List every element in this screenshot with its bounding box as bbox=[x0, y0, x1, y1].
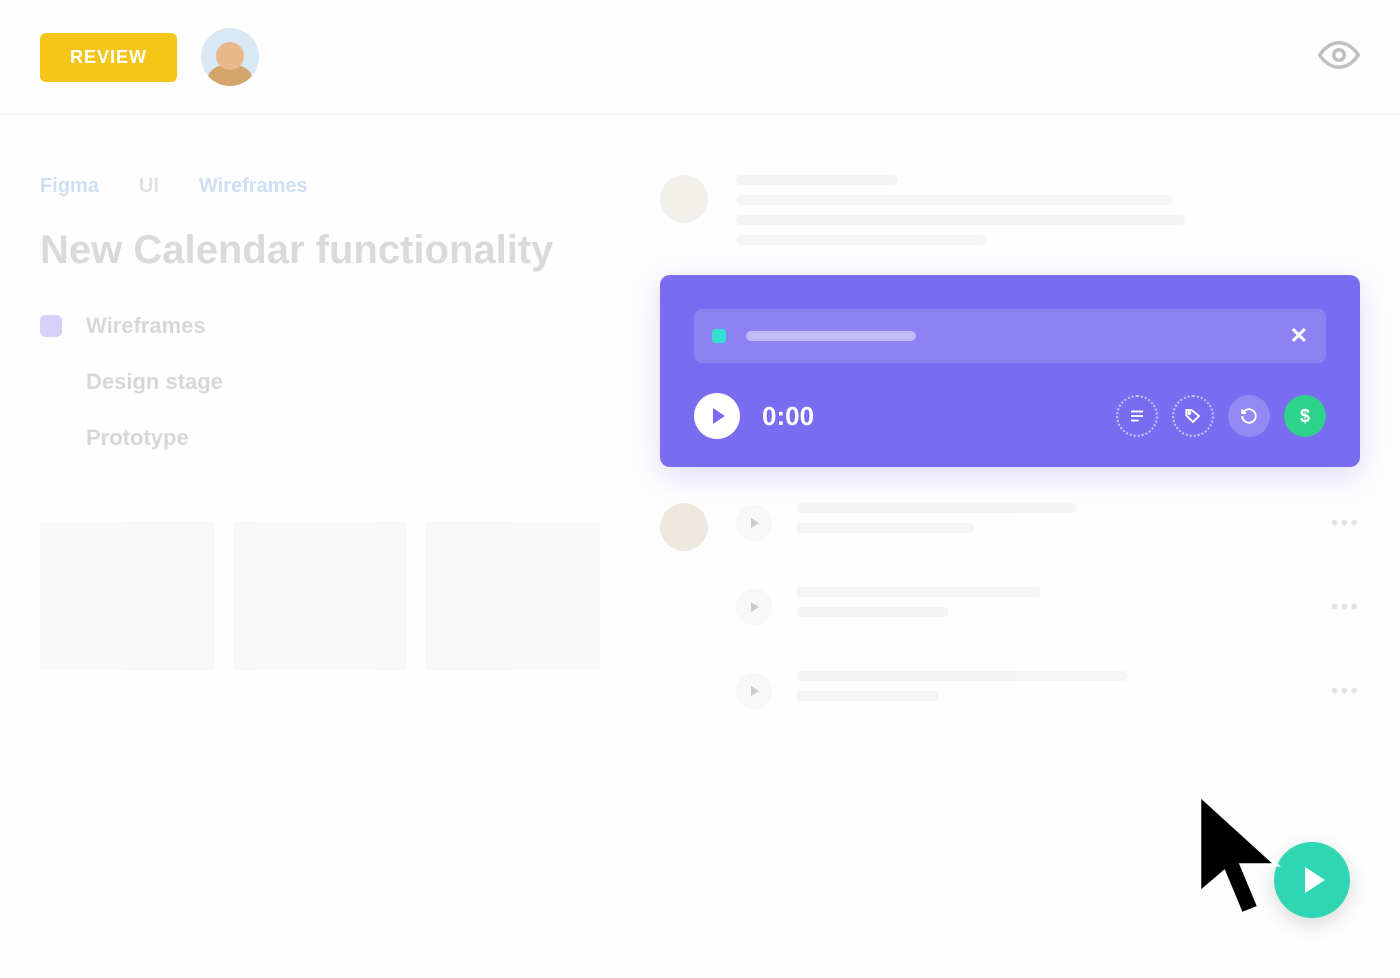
thumbnail[interactable] bbox=[233, 521, 408, 671]
feed-item bbox=[660, 175, 1360, 255]
stage-label: Design stage bbox=[86, 369, 223, 395]
close-icon[interactable]: ✕ bbox=[1290, 323, 1308, 349]
avatar[interactable] bbox=[660, 175, 708, 223]
play-button[interactable] bbox=[694, 393, 740, 439]
thumbnail-row bbox=[40, 521, 600, 671]
record-indicator-icon bbox=[712, 329, 726, 343]
recorder-controls: 0:00 $ bbox=[694, 393, 1326, 439]
play-icon[interactable] bbox=[736, 589, 772, 625]
stage-item-wireframes[interactable]: Wireframes bbox=[40, 313, 600, 339]
avatar[interactable] bbox=[660, 503, 708, 551]
checkbox-icon bbox=[40, 315, 62, 337]
stage-item-prototype[interactable]: Prototype bbox=[40, 425, 600, 451]
right-column: ✕ 0:00 $ bbox=[640, 175, 1360, 755]
visibility-icon[interactable] bbox=[1318, 34, 1360, 81]
more-icon[interactable]: ••• bbox=[1331, 594, 1360, 620]
left-column: Figma UI Wireframes New Calendar functio… bbox=[40, 175, 600, 755]
timer-display: 0:00 bbox=[762, 401, 814, 432]
review-button[interactable]: REVIEW bbox=[40, 33, 177, 82]
stage-label: Prototype bbox=[86, 425, 189, 451]
more-icon[interactable]: ••• bbox=[1331, 510, 1360, 536]
play-icon[interactable] bbox=[736, 673, 772, 709]
recorder-input-placeholder bbox=[746, 331, 916, 341]
feed-item: ••• bbox=[660, 671, 1360, 719]
header: REVIEW bbox=[0, 0, 1400, 115]
thumbnail[interactable] bbox=[425, 521, 600, 671]
history-icon[interactable] bbox=[1228, 395, 1270, 437]
tag-icon[interactable] bbox=[1172, 395, 1214, 437]
stage-list: Wireframes Design stage Prototype bbox=[40, 313, 600, 451]
page-title: New Calendar functionality bbox=[40, 228, 600, 273]
breadcrumb-item-ui[interactable]: UI bbox=[139, 175, 159, 198]
notes-icon[interactable] bbox=[1116, 395, 1158, 437]
feed-item: ••• bbox=[660, 503, 1360, 551]
content-area: Figma UI Wireframes New Calendar functio… bbox=[0, 115, 1400, 755]
breadcrumb-item-wireframes[interactable]: Wireframes bbox=[199, 175, 308, 198]
user-avatar[interactable] bbox=[201, 28, 259, 86]
stage-label: Wireframes bbox=[86, 313, 206, 339]
stage-item-design-stage[interactable]: Design stage bbox=[40, 369, 600, 395]
billable-icon[interactable]: $ bbox=[1284, 395, 1326, 437]
breadcrumb-item-figma[interactable]: Figma bbox=[40, 175, 99, 198]
breadcrumb: Figma UI Wireframes bbox=[40, 175, 600, 198]
recorder-input[interactable]: ✕ bbox=[694, 309, 1326, 363]
record-fab[interactable] bbox=[1274, 842, 1350, 918]
play-icon[interactable] bbox=[736, 505, 772, 541]
recorder-card: ✕ 0:00 $ bbox=[660, 275, 1360, 467]
feed-item: ••• bbox=[660, 587, 1360, 635]
thumbnail[interactable] bbox=[40, 521, 215, 671]
more-icon[interactable]: ••• bbox=[1331, 678, 1360, 704]
